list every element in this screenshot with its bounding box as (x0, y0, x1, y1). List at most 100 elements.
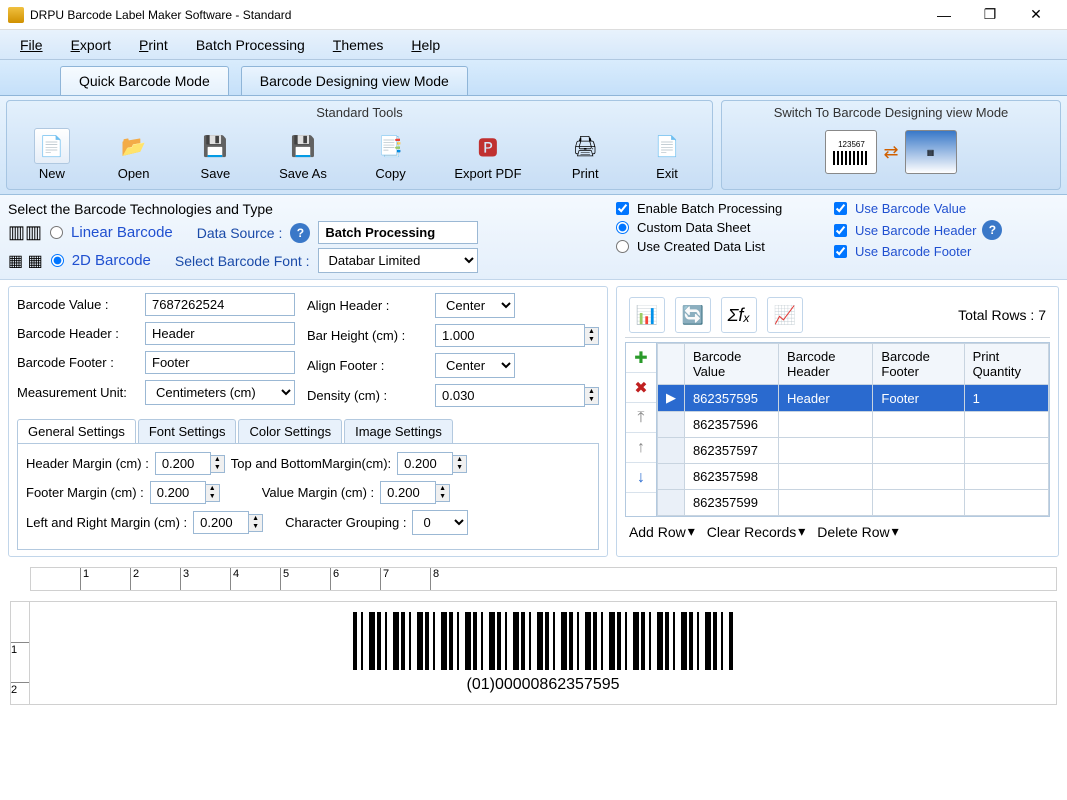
col-print-quantity[interactable]: Print Quantity (964, 344, 1048, 385)
tab-designing-view-mode[interactable]: Barcode Designing view Mode (241, 66, 468, 95)
barcode-footer-label: Barcode Footer : (17, 355, 145, 370)
menu-file[interactable]: File (6, 33, 57, 57)
refresh-button[interactable]: 🔄 (675, 297, 711, 333)
delete-row-icon[interactable]: ✖ (626, 373, 656, 403)
use-barcode-footer-checkbox[interactable]: Use Barcode Footer (834, 244, 1059, 259)
menu-export[interactable]: Export (57, 33, 125, 57)
left-right-margin-label: Left and Right Margin (cm) : (26, 515, 187, 530)
barcode-font-select[interactable]: Databar Limited (318, 248, 478, 273)
minimize-button[interactable]: — (921, 0, 967, 30)
barcode-mode-icon: 123567 (825, 130, 877, 174)
menu-themes[interactable]: Themes (319, 33, 398, 57)
char-grouping-label: Character Grouping : (285, 515, 406, 530)
save-as-icon: 💾 (285, 128, 321, 164)
data-source-field[interactable] (318, 221, 478, 244)
footer-margin-label: Footer Margin (cm) : (26, 485, 144, 500)
barcode-value-input[interactable] (145, 293, 295, 316)
close-button[interactable]: ✕ (1013, 0, 1059, 30)
top-bottom-margin-spinner[interactable]: ▲▼ (397, 452, 467, 475)
data-table[interactable]: Barcode Value Barcode Header Barcode Foo… (657, 343, 1049, 516)
table-row[interactable]: 862357599 (657, 490, 1048, 516)
clear-records-button[interactable]: Clear Records ▾ (707, 523, 806, 540)
align-footer-select[interactable]: Center (435, 353, 515, 378)
measurement-unit-select[interactable]: Centimeters (cm) (145, 380, 295, 405)
delete-row-button[interactable]: Delete Row ▾ (817, 523, 898, 540)
enable-batch-checkbox[interactable]: Enable Batch Processing (616, 201, 826, 216)
table-row[interactable]: 862357596 (657, 412, 1048, 438)
linear-barcode-icon: ▥▥ (8, 222, 42, 243)
menu-help[interactable]: Help (397, 33, 454, 57)
use-barcode-header-checkbox[interactable]: Use Barcode Header (834, 223, 976, 238)
formula-button[interactable]: Σfₓ (721, 297, 757, 333)
main-area: Barcode Value : Barcode Header : Barcode… (0, 280, 1067, 563)
select-barcode-tech-label: Select the Barcode Technologies and Type (8, 201, 608, 217)
custom-data-sheet-radio[interactable]: Custom Data Sheet (616, 220, 826, 235)
bar-height-spinner[interactable]: ▲▼ (435, 324, 599, 347)
save-as-button[interactable]: 💾Save As (271, 124, 335, 185)
new-button[interactable]: 📄New (26, 124, 78, 185)
use-created-data-list-radio[interactable]: Use Created Data List (616, 239, 826, 254)
table-row[interactable]: 862357598 (657, 464, 1048, 490)
row-action-buttons: ✚ ✖ ⤒ ↑ ↓ (626, 343, 657, 516)
table-row[interactable]: ▶862357595HeaderFooter1 (657, 385, 1048, 412)
help-icon[interactable]: ? (290, 223, 310, 243)
config-area: Select the Barcode Technologies and Type… (0, 195, 1067, 280)
left-pane: Barcode Value : Barcode Header : Barcode… (8, 286, 608, 557)
barcode-preview-image (353, 612, 733, 670)
save-button[interactable]: 💾Save (189, 124, 241, 185)
2d-barcode-radio[interactable]: 2D Barcode (51, 252, 151, 269)
general-settings-panel: Header Margin (cm) : ▲▼ Top and BottomMa… (17, 444, 599, 550)
col-barcode-value[interactable]: Barcode Value (684, 344, 778, 385)
col-barcode-header[interactable]: Barcode Header (779, 344, 873, 385)
col-barcode-footer[interactable]: Barcode Footer (873, 344, 964, 385)
excel-export-button[interactable]: 📈 (767, 297, 803, 333)
value-margin-label: Value Margin (cm) : (262, 485, 374, 500)
menu-batch[interactable]: Batch Processing (182, 33, 319, 57)
menu-print[interactable]: Print (125, 33, 182, 57)
open-button[interactable]: 📂Open (108, 124, 160, 185)
data-source-label: Data Source : (197, 225, 283, 241)
tab-color-settings[interactable]: Color Settings (238, 419, 342, 443)
use-barcode-value-checkbox[interactable]: Use Barcode Value (834, 201, 1059, 216)
save-disk-icon: 💾 (197, 128, 233, 164)
excel-import-button[interactable]: 📊 (629, 297, 665, 333)
left-right-margin-spinner[interactable]: ▲▼ (193, 511, 263, 534)
add-row-icon[interactable]: ✚ (626, 343, 656, 373)
barcode-preview-text: (01)00000862357595 (466, 676, 619, 694)
new-file-icon: 📄 (34, 128, 70, 164)
print-button[interactable]: 🖨Print (559, 124, 611, 185)
move-down-icon[interactable]: ↓ (626, 463, 656, 493)
add-row-button[interactable]: Add Row ▾ (629, 523, 695, 540)
char-grouping-select[interactable]: 0 (412, 510, 468, 535)
settings-tabs: General Settings Font Settings Color Set… (17, 419, 599, 444)
grid-toolbar: 📊 🔄 Σfₓ 📈 Total Rows : 7 (625, 293, 1050, 338)
exit-button[interactable]: 📄Exit (641, 124, 693, 185)
export-pdf-button[interactable]: 🅿Export PDF (446, 124, 529, 185)
switch-mode-title: Switch To Barcode Designing view Mode (726, 103, 1056, 124)
maximize-button[interactable]: ❐ (967, 0, 1013, 30)
help-icon-2[interactable]: ? (982, 220, 1002, 240)
tab-image-settings[interactable]: Image Settings (344, 419, 453, 443)
align-header-select[interactable]: Center (435, 293, 515, 318)
menu-bar: File Export Print Batch Processing Theme… (0, 30, 1067, 60)
move-up-icon[interactable]: ↑ (626, 433, 656, 463)
copy-button[interactable]: 📑Copy (365, 124, 417, 185)
tab-font-settings[interactable]: Font Settings (138, 419, 237, 443)
header-margin-spinner[interactable]: ▲▼ (155, 452, 225, 475)
open-folder-icon: 📂 (116, 128, 152, 164)
total-rows-label: Total Rows : 7 (958, 307, 1046, 323)
switch-mode-group: Switch To Barcode Designing view Mode 12… (721, 100, 1061, 190)
table-row[interactable]: 862357597 (657, 438, 1048, 464)
value-margin-spinner[interactable]: ▲▼ (380, 481, 450, 504)
barcode-footer-input[interactable] (145, 351, 295, 374)
tab-quick-barcode-mode[interactable]: Quick Barcode Mode (60, 66, 229, 95)
linear-barcode-radio[interactable]: Linear Barcode (50, 224, 173, 241)
switch-mode-button[interactable]: 123567 ⇄ ▦ (726, 124, 1056, 180)
move-top-icon[interactable]: ⤒ (626, 403, 656, 433)
barcode-header-input[interactable] (145, 322, 295, 345)
standard-tools-title: Standard Tools (11, 103, 708, 124)
align-footer-label: Align Footer : (307, 358, 435, 373)
tab-general-settings[interactable]: General Settings (17, 419, 136, 443)
footer-margin-spinner[interactable]: ▲▼ (150, 481, 220, 504)
density-spinner[interactable]: ▲▼ (435, 384, 599, 407)
